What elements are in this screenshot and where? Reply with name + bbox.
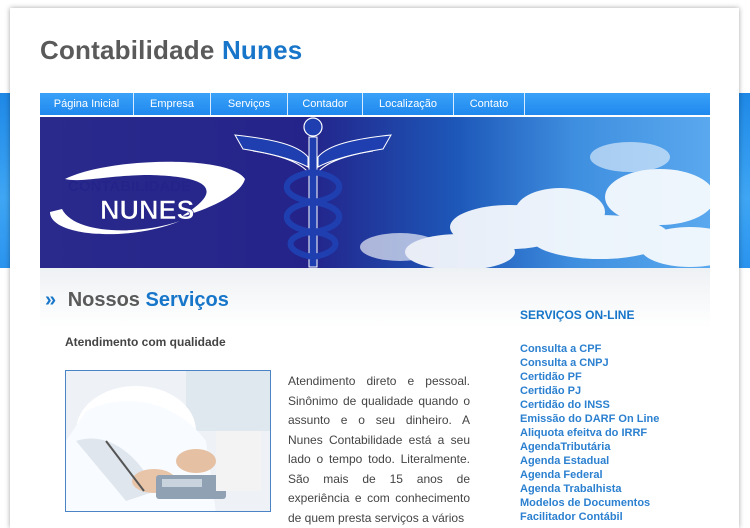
service-photo bbox=[65, 370, 271, 512]
nav-item-empresa[interactable]: Empresa bbox=[134, 93, 211, 115]
sidebar-link-aliquota-irrf[interactable]: Aliquota efeitva do IRRF bbox=[520, 426, 659, 440]
section-subtitle: Atendimento com qualidade bbox=[65, 335, 226, 349]
logo-line1: CONTABILIDADE bbox=[68, 178, 191, 195]
page-container: Contabilidade Nunes Página Inicial Empre… bbox=[10, 8, 739, 528]
logo: CONTABILIDADE NUNES bbox=[50, 161, 245, 235]
sidebar-link-agenda-trabalhista[interactable]: Agenda Trabalhista bbox=[520, 482, 659, 496]
sidebar-links: Consulta a CPF Consulta a CNPJ Certidão … bbox=[520, 342, 659, 524]
sidebar-link-consulta-cnpj[interactable]: Consulta a CNPJ bbox=[520, 356, 659, 370]
section-title-main: Nossos bbox=[67, 289, 140, 311]
service-description: Atendimento direto e pessoal. Sinônimo d… bbox=[288, 374, 470, 525]
section-title: » Nossos Serviços bbox=[45, 289, 229, 312]
main-nav: Página Inicial Empresa Serviços Contador… bbox=[40, 93, 710, 115]
sidebar-link-emissao-darf[interactable]: Emissão do DARF On Line bbox=[520, 412, 659, 426]
section-title-accent: Serviços bbox=[145, 289, 229, 311]
cloud-shapes bbox=[360, 142, 710, 268]
site-title-accent: Nunes bbox=[221, 35, 303, 65]
banner-graphic: CONTABILIDADE NUNES bbox=[50, 117, 710, 268]
site-title-main: Contabilidade bbox=[40, 35, 215, 65]
sidebar-link-agenda-federal[interactable]: Agenda Federal bbox=[520, 468, 659, 482]
nav-item-pagina-inicial[interactable]: Página Inicial bbox=[40, 93, 134, 115]
nav-item-contato[interactable]: Contato bbox=[454, 93, 525, 115]
nav-item-servicos[interactable]: Serviços bbox=[211, 93, 288, 115]
photo-illustration bbox=[66, 371, 270, 511]
sidebar-link-certidao-pf[interactable]: Certidão PF bbox=[520, 370, 659, 384]
header-banner: CONTABILIDADE NUNES bbox=[40, 117, 710, 268]
nav-item-contador[interactable]: Contador bbox=[288, 93, 363, 115]
sidebar-link-facilitador-contabil[interactable]: Facilitador Contábil bbox=[520, 510, 659, 524]
sidebar-title: SERVIÇOS ON-LINE bbox=[520, 308, 635, 322]
sidebar-link-certidao-inss[interactable]: Certidão do INSS bbox=[520, 398, 659, 412]
raquo-icon: » bbox=[45, 289, 57, 311]
nav-item-localizacao[interactable]: Localização bbox=[363, 93, 454, 115]
sidebar-link-agenda-estadual[interactable]: Agenda Estadual bbox=[520, 454, 659, 468]
sidebar-link-modelos-documentos[interactable]: Modelos de Documentos bbox=[520, 496, 659, 510]
sidebar-link-agenda-tributaria[interactable]: AgendaTributária bbox=[520, 440, 659, 454]
sidebar-link-consulta-cpf[interactable]: Consulta a CPF bbox=[520, 342, 659, 356]
site-title[interactable]: Contabilidade Nunes bbox=[40, 35, 302, 66]
sidebar-link-certidao-pj[interactable]: Certidão PJ bbox=[520, 384, 659, 398]
logo-line2: NUNES bbox=[100, 195, 195, 225]
